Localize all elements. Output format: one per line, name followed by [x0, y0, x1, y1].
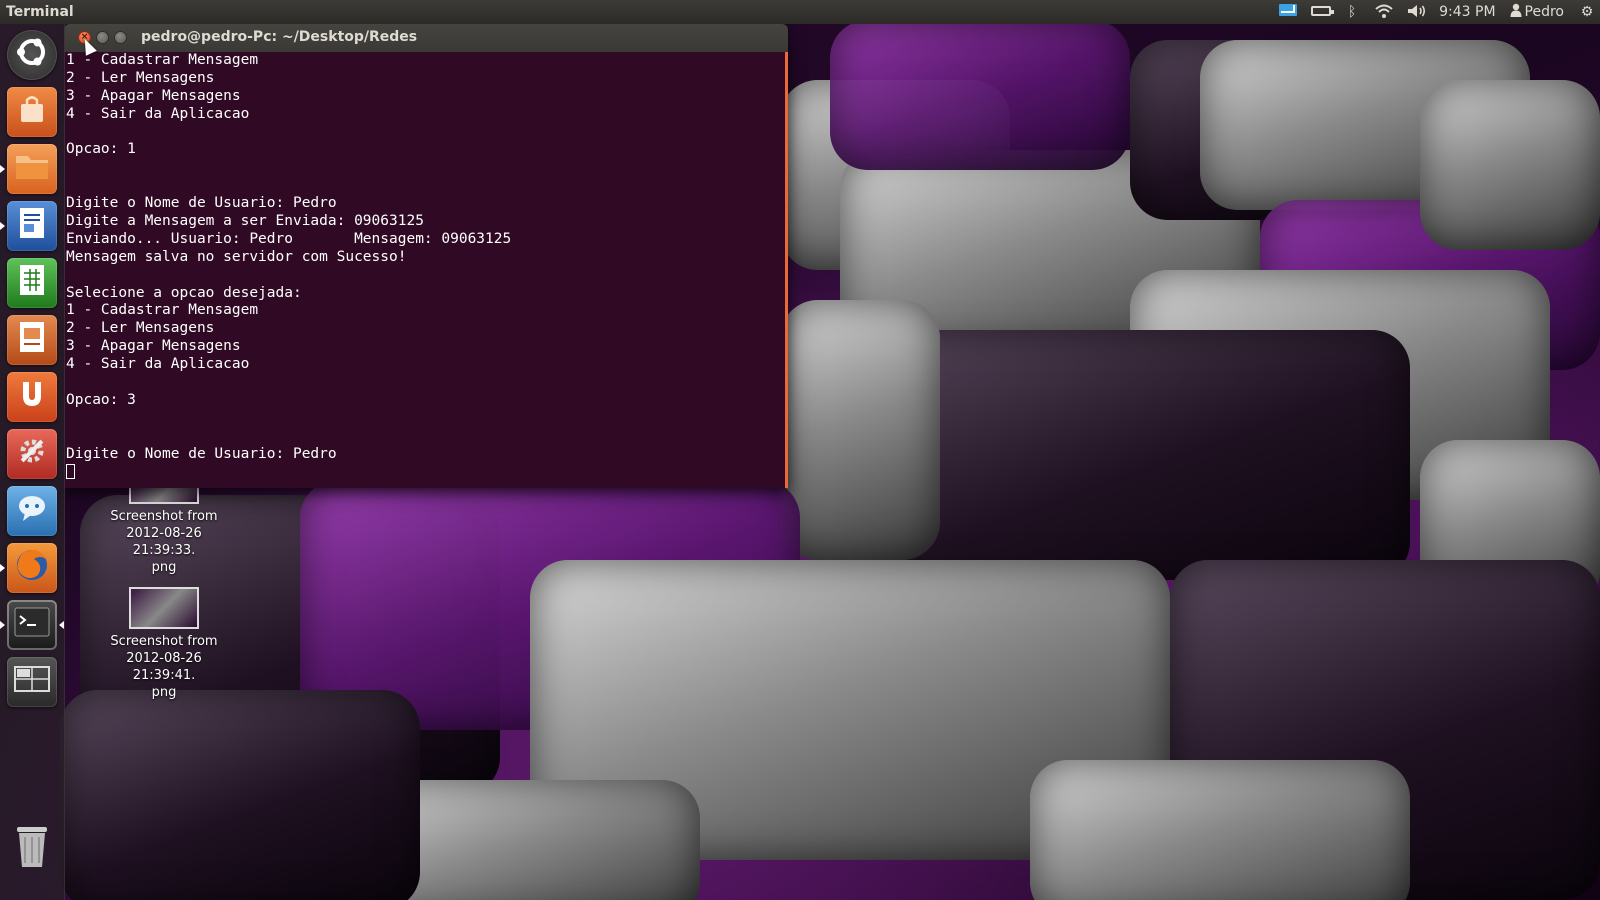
unity-launcher: [0, 24, 65, 900]
terminal-line: Digite o Nome de Usuario: Pedro: [66, 195, 337, 212]
ubuntu-logo-icon: [15, 35, 49, 75]
active-app-title: Terminal: [6, 4, 74, 20]
window-titlebar[interactable]: × pedro@pedro-Pc: ~/Desktop/Redes: [64, 24, 788, 52]
file-name-line: Screenshot from: [110, 634, 218, 649]
wallpaper-cube: [780, 300, 940, 560]
image-thumbnail-icon: [129, 486, 199, 504]
trash-icon: [14, 823, 50, 875]
document-icon: [17, 206, 47, 246]
file-name-line: 2012-08-26 21:39:41.: [126, 651, 202, 683]
running-indicator: [0, 165, 5, 173]
terminal-line: Opcao: 1: [66, 141, 136, 158]
wallpaper-cube: [60, 690, 420, 900]
wallpaper-cube: [1030, 760, 1410, 900]
libreoffice-calc-button[interactable]: [7, 258, 57, 308]
dash-home-button[interactable]: [7, 30, 57, 80]
system-settings-button[interactable]: [7, 429, 57, 479]
indicator-area: ᛒ 9:43 PM Pedro ⚙: [1279, 0, 1596, 24]
terminal-line: 1 - Cadastrar Mensagem: [66, 302, 259, 319]
image-thumbnail-icon: [129, 587, 199, 629]
wallpaper-cube: [1420, 80, 1600, 250]
ubuntu-one-icon: [17, 378, 47, 416]
top-panel: Terminal ᛒ 9:43 PM Pedro ⚙: [0, 0, 1600, 24]
window-title: pedro@pedro-Pc: ~/Desktop/Redes: [141, 29, 418, 45]
focused-indicator: [59, 621, 64, 629]
libreoffice-writer-button[interactable]: [0, 201, 57, 251]
user-menu[interactable]: Pedro: [1510, 3, 1564, 21]
terminal-line: 1 - Cadastrar Mensagem: [66, 52, 259, 68]
wifi-icon[interactable]: [1375, 4, 1393, 20]
terminal-lines: 1 - Cadastrar Mensagem 2 - Ler Mensagens 3…: [66, 52, 785, 463]
file-name-line: Screenshot from: [110, 509, 218, 524]
firefox-icon: [14, 547, 50, 589]
terminal-output[interactable]: 1 - Cadastrar Mensagem 2 - Ler Mensagens 3…: [64, 52, 788, 488]
chat-icon: [16, 493, 48, 529]
spreadsheet-icon: [17, 263, 47, 303]
terminal-line: Enviando... Usuario: Pedro Mensagem: 090…: [66, 230, 512, 247]
terminal-line: Digite o Nome de Usuario: Pedro: [66, 445, 337, 462]
wrench-gear-icon: [15, 434, 49, 474]
folder-icon: [15, 152, 49, 186]
libreoffice-impress-button[interactable]: [7, 315, 57, 365]
empathy-button[interactable]: [7, 486, 57, 536]
terminal-line: 4 - Sair da Aplicacao: [66, 356, 250, 373]
presentation-icon: [17, 320, 47, 360]
terminal-line: 4 - Sair da Aplicacao: [66, 105, 250, 122]
firefox-button[interactable]: [0, 543, 57, 593]
terminal-line: 2 - Ler Mensagens: [66, 69, 215, 86]
terminal-line: 3 - Apagar Mensagens: [66, 87, 241, 104]
file-name-line: 2012-08-26 21:39:33.: [126, 526, 202, 558]
terminal-line: 3 - Apagar Mensagens: [66, 338, 241, 355]
file-name-line: png: [151, 560, 177, 575]
prompt-line[interactable]: [66, 463, 785, 481]
workspace-icon: [14, 664, 50, 700]
session-gear-icon[interactable]: ⚙: [1578, 4, 1596, 20]
volume-icon[interactable]: [1407, 4, 1426, 20]
terminal-line: Digite a Mensagem a ser Enviada: 0906312…: [66, 213, 424, 230]
terminal-button[interactable]: [0, 600, 64, 650]
terminal-line: 2 - Ler Mensagens: [66, 320, 215, 337]
wallpaper-cube: [830, 20, 1130, 170]
terminal-line: Mensagem salva no servidor com Sucesso!: [66, 248, 407, 265]
bluetooth-icon[interactable]: ᛒ: [1343, 4, 1361, 20]
trash-button[interactable]: [7, 824, 57, 874]
running-indicator: [0, 222, 5, 230]
software-center-button[interactable]: [7, 87, 57, 137]
terminal-icon: [14, 607, 50, 643]
running-indicator: [0, 621, 5, 629]
user-icon: [1510, 3, 1522, 21]
running-indicator: [0, 564, 5, 572]
file-name-line: png: [151, 685, 177, 700]
clock-label[interactable]: 9:43 PM: [1439, 4, 1495, 20]
battery-icon[interactable]: [1311, 4, 1335, 20]
ubuntu-one-button[interactable]: [7, 372, 57, 422]
user-name-label: Pedro: [1524, 4, 1564, 20]
desktop-file-icon[interactable]: Screenshot from 2012-08-26 21:39:41. png: [94, 587, 234, 701]
mail-icon[interactable]: [1279, 4, 1298, 20]
minimize-button[interactable]: [96, 31, 109, 44]
terminal-line: Opcao: 3: [66, 391, 136, 408]
shopping-bag-icon: [16, 93, 48, 131]
files-button[interactable]: [0, 144, 57, 194]
desktop-file-icon[interactable]: Screenshot from 2012-08-26 21:39:33. png: [94, 486, 234, 576]
text-cursor: [66, 463, 75, 479]
terminal-window[interactable]: × pedro@pedro-Pc: ~/Desktop/Redes 1 - Ca…: [64, 24, 788, 488]
maximize-button[interactable]: [114, 31, 127, 44]
workspace-switcher-button[interactable]: [7, 657, 57, 707]
terminal-line: Selecione a opcao desejada:: [66, 284, 302, 301]
